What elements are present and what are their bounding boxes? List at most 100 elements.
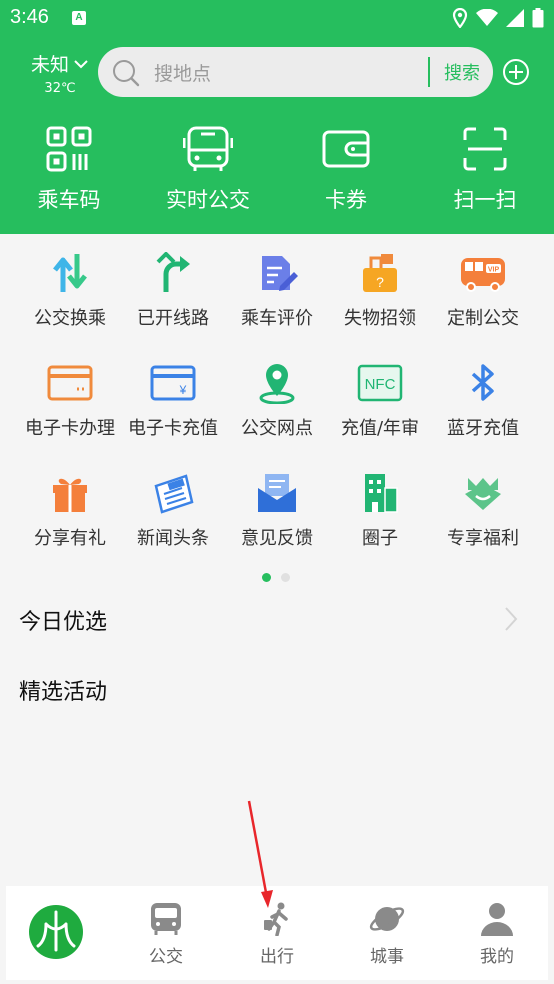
- page-dot: [281, 573, 290, 582]
- service-label: 新闻头条: [137, 528, 209, 549]
- building-icon: [365, 474, 398, 513]
- service-bluetooth-recharge[interactable]: 蓝牙充值: [428, 362, 538, 440]
- svg-text:?: ?: [376, 274, 384, 290]
- service-label: 蓝牙充值: [447, 418, 519, 439]
- city-name: 未知: [30, 54, 69, 76]
- service-e-card[interactable]: 电子卡办理: [15, 362, 125, 440]
- service-custom-bus[interactable]: VIP 定制公交: [428, 252, 538, 330]
- card-recharge-icon: ¥: [150, 365, 196, 401]
- service-label: 乘车评价: [241, 308, 313, 329]
- tab-label: 我的: [480, 947, 514, 967]
- svg-text:¥: ¥: [179, 383, 187, 397]
- gift-icon: [53, 478, 87, 512]
- status-time: 3:46: [10, 6, 49, 28]
- service-label: 定制公交: [447, 308, 519, 329]
- travel-walk-icon: [264, 902, 288, 937]
- card-icon: [47, 365, 93, 401]
- tab-travel[interactable]: 出行: [227, 902, 327, 967]
- weather-widget[interactable]: 未知 32℃: [28, 50, 92, 96]
- nfc-icon: NFC: [357, 364, 403, 402]
- bus-icon: [151, 903, 181, 935]
- qr-code-icon: [46, 126, 92, 172]
- service-label: 专享福利: [447, 528, 519, 549]
- service-share-gift[interactable]: 分享有礼: [15, 472, 125, 550]
- service-label: 充值/年审: [340, 418, 420, 439]
- service-label: 失物招领: [344, 308, 416, 329]
- service-label: 已开线路: [137, 308, 209, 329]
- search-input[interactable]: 搜地点: [154, 59, 211, 86]
- service-label: 圈子: [362, 528, 398, 549]
- crown-icon: [465, 478, 501, 510]
- vip-bus-icon: VIP: [461, 258, 505, 292]
- status-bar: 3:46 A: [0, 0, 554, 36]
- wallet-icon: [322, 130, 370, 168]
- search-icon: [113, 60, 140, 87]
- service-label: 分享有礼: [34, 528, 106, 549]
- home-logo-icon: [29, 905, 83, 959]
- wifi-icon: [476, 9, 498, 26]
- coupons-button[interactable]: 卡券: [286, 126, 406, 214]
- city-selector[interactable]: 未知: [28, 50, 92, 77]
- tab-bus[interactable]: 公交: [116, 902, 216, 967]
- service-review[interactable]: 乘车评价: [222, 252, 332, 330]
- tab-label: 出行: [260, 947, 294, 967]
- realtime-bus-button[interactable]: 实时公交: [148, 126, 268, 214]
- status-icons: [452, 8, 544, 28]
- header: 未知 32℃ 搜地点 搜索 乘车码 实时公交 卡券 扫一扫: [0, 36, 554, 234]
- chevron-down-icon: [74, 59, 88, 68]
- review-icon: [262, 256, 298, 291]
- service-label: 公交网点: [241, 418, 313, 439]
- service-lost-found[interactable]: ? 失物招领: [325, 252, 435, 330]
- lost-found-icon: ?: [363, 254, 397, 292]
- service-label: 电子卡充值: [128, 418, 218, 439]
- tab-home[interactable]: [6, 904, 106, 964]
- news-icon: [154, 474, 194, 514]
- top-action-label: 扫一扫: [453, 188, 517, 212]
- service-exclusive-benefits[interactable]: 专享福利: [428, 472, 538, 550]
- chevron-right-icon[interactable]: [504, 606, 518, 632]
- service-circle[interactable]: 圈子: [325, 472, 435, 550]
- tab-label: 公交: [149, 947, 183, 967]
- tab-mine[interactable]: 我的: [447, 902, 547, 967]
- tab-city-events[interactable]: 城事: [337, 902, 437, 967]
- top-action-label: 实时公交: [166, 188, 250, 212]
- service-recharge-annual[interactable]: NFC 充值/年审: [325, 362, 435, 440]
- feedback-mail-icon: [258, 474, 296, 512]
- user-icon: [481, 903, 513, 936]
- scan-icon: [463, 127, 507, 171]
- transfer-icon: [53, 254, 87, 292]
- section-today-picks[interactable]: 今日优选: [19, 604, 107, 636]
- top-action-label: 乘车码: [37, 188, 101, 212]
- temperature: 32℃: [44, 81, 76, 96]
- service-label: 电子卡办理: [25, 418, 115, 439]
- service-news[interactable]: 新闻头条: [118, 472, 228, 550]
- search-button[interactable]: 搜索: [444, 59, 480, 85]
- route-icon: [156, 252, 190, 292]
- svg-text:VIP: VIP: [488, 267, 500, 274]
- service-routes[interactable]: 已开线路: [118, 252, 228, 330]
- service-e-card-recharge[interactable]: ¥ 电子卡充值: [118, 362, 228, 440]
- service-outlets[interactable]: 公交网点: [222, 362, 332, 440]
- bottom-tab-bar: 公交 出行 城事 我的: [6, 886, 548, 980]
- page-dot-active: [262, 573, 271, 582]
- page-indicator: [262, 573, 290, 582]
- service-label: 意见反馈: [241, 528, 313, 549]
- service-transfer[interactable]: 公交换乘: [15, 252, 125, 330]
- location-icon: [452, 8, 468, 28]
- location-pin-icon: [259, 364, 295, 404]
- service-feedback[interactable]: 意见反馈: [222, 472, 332, 550]
- bluetooth-icon: [471, 364, 494, 401]
- top-actions: 乘车码 实时公交 卡券 扫一扫: [0, 126, 554, 226]
- search-divider: [428, 57, 430, 87]
- section-featured-activities: 精选活动: [19, 680, 108, 705]
- add-circle-icon[interactable]: [502, 58, 530, 86]
- bus-front-icon: [183, 126, 233, 171]
- scan-button[interactable]: 扫一扫: [425, 126, 545, 214]
- search-bar[interactable]: 搜地点 搜索: [98, 47, 493, 97]
- service-label: 公交换乘: [34, 308, 106, 329]
- tab-label: 城事: [370, 947, 404, 967]
- svg-text:NFC: NFC: [365, 376, 396, 393]
- battery-icon: [532, 8, 544, 28]
- notification-a-icon: A: [72, 11, 86, 25]
- ride-code-button[interactable]: 乘车码: [9, 126, 129, 214]
